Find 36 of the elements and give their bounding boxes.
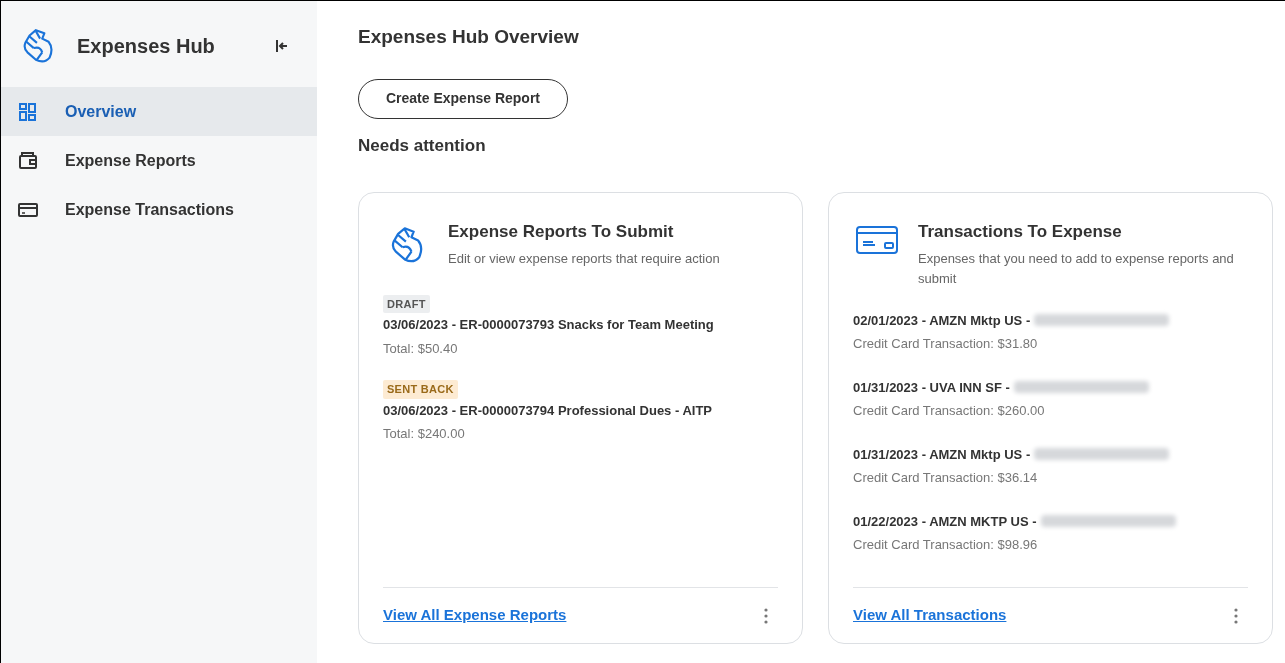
more-options-button[interactable] (1234, 607, 1238, 624)
credit-card-icon (854, 225, 899, 255)
grid-icon (18, 101, 38, 122)
card-subtitle: Edit or view expense reports that require action (448, 249, 721, 268)
page-title: Expenses Hub Overview (358, 25, 579, 49)
more-icon (1234, 607, 1238, 624)
card-title: Expense Reports To Submit (448, 221, 674, 243)
item-detail: Credit Card Transaction: $31.80 (853, 335, 1038, 353)
status-badge: DRAFT (383, 294, 430, 313)
section-heading: Needs attention (358, 134, 486, 157)
status-badge: SENT BACK (383, 380, 458, 399)
item-title: 01/31/2023 - AMZN Mktp US - (853, 445, 1031, 464)
item-detail: Credit Card Transaction: $98.96 (853, 536, 1038, 554)
sidebar-item[interactable]: Expense Transactions (1, 185, 317, 234)
view-all-link[interactable]: View All Transactions (853, 604, 1007, 627)
more-options-button[interactable] (764, 607, 768, 624)
collapse-icon (275, 39, 289, 53)
item-title: 01/22/2023 - AMZN MKTP US - (853, 512, 1037, 531)
item-title: 01/31/2023 - UVA INN SF - (853, 378, 1010, 397)
item-title: 02/01/2023 - AMZN Mktp US - (853, 311, 1031, 330)
app-title: Expenses Hub (77, 34, 216, 59)
item-title: 03/06/2023 - ER-0000073793 Snacks for Team Meeting (383, 316, 714, 334)
card-title: Transactions To Expense (918, 221, 1122, 243)
item-title: 03/06/2023 - ER-0000073794 Professional Dues - AITP (383, 401, 713, 420)
create-expense-report-button[interactable]: Create Expense Report (358, 78, 568, 119)
item-detail: Total: $240.00 (383, 425, 465, 443)
wallet-icon (18, 150, 38, 171)
more-icon (764, 607, 768, 624)
card-subtitle: Expenses that you need to add to expense reports and submit (918, 249, 1235, 288)
item-detail: Credit Card Transaction: $260.00 (853, 402, 1045, 420)
sidebar-item[interactable]: Overview (1, 87, 317, 136)
item-detail: Total: $50.40 (383, 339, 458, 358)
view-all-link[interactable]: View All Expense Reports (383, 604, 567, 627)
sidebar-item[interactable]: Expense Reports (1, 136, 317, 185)
collapse-sidebar-button[interactable] (275, 39, 289, 53)
item-detail: Credit Card Transaction: $36.14 (853, 469, 1038, 487)
